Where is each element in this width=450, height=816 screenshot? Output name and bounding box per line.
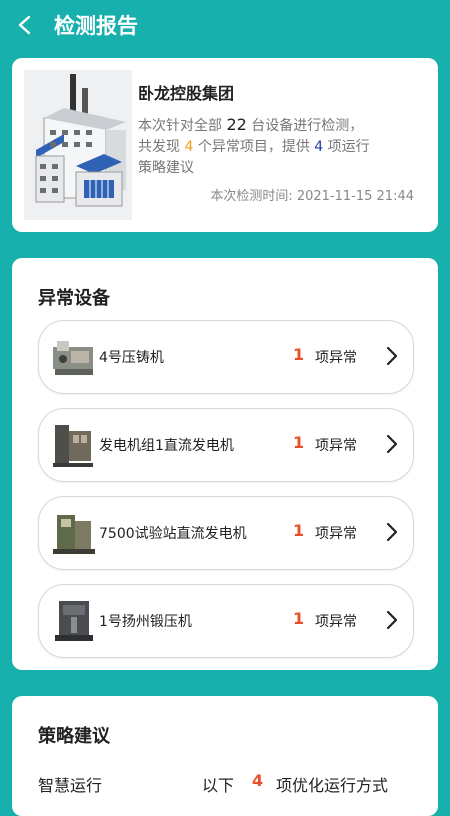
device-name: 7500试验站直流发电机: [99, 526, 247, 542]
device-anomaly-count: 1: [293, 433, 305, 452]
summary-card: 卧龙控股集团 本次针对全部 22 台设备进行检测， 共发现 4 个异常项目，提供…: [12, 58, 438, 232]
device-total-count: 22: [226, 115, 247, 134]
summary-line2-prefix: 共发现: [138, 139, 180, 155]
summary-line3: 策略建议: [138, 160, 194, 176]
strategy-count-inline: 4: [314, 139, 324, 155]
chevron-right-icon: [386, 434, 398, 454]
device-anomaly-count: 1: [293, 609, 305, 628]
chevron-right-icon: [386, 346, 398, 366]
strategy-count: 4: [252, 771, 264, 790]
check-time: 本次检测时间: 2021-11-15 21:44: [210, 189, 414, 204]
strategy-suffix: 项优化运行方式: [276, 776, 389, 795]
device-item[interactable]: 7500试验站直流发电机 1 项异常: [38, 496, 414, 570]
app-header: 检测报告: [0, 0, 450, 52]
device-anomaly-unit: 项异常: [315, 350, 357, 366]
device-name: 1号扬州锻压机: [99, 614, 192, 630]
strategy-label: 智慧运行: [38, 776, 103, 795]
test-station-generator-image: [53, 515, 95, 554]
strategy-card: 策略建议 智慧运行 以下 4 项优化运行方式: [12, 696, 438, 816]
page-title: 检测报告: [54, 14, 138, 38]
device-anomaly-count: 1: [293, 345, 305, 364]
section-title-strategy: 策略建议: [38, 726, 110, 747]
device-anomaly-unit: 项异常: [315, 614, 357, 630]
summary-line2-mid: 个异常项目，提供: [197, 139, 310, 155]
strategy-prefix: 以下: [202, 776, 235, 795]
die-casting-machine-image: [53, 341, 93, 375]
chevron-right-icon: [386, 610, 398, 630]
forging-press-image: [55, 601, 93, 641]
device-anomaly-unit: 项异常: [315, 438, 357, 454]
company-name: 卧龙控股集团: [138, 84, 235, 103]
factory-building-image: [24, 70, 132, 220]
device-anomaly-unit: 项异常: [315, 526, 357, 542]
device-item[interactable]: 4号压铸机 1 项异常: [38, 320, 414, 394]
summary-line1-prefix: 本次针对全部: [138, 118, 222, 134]
chevron-left-icon[interactable]: [14, 14, 36, 36]
anomaly-devices-card: 异常设备 4号压铸机 1 项异常 发电机组1直流发电机 1 项异常 7500试验…: [12, 258, 438, 670]
summary-line1-suffix: 台设备进行检测，: [251, 118, 364, 134]
device-anomaly-count: 1: [293, 521, 305, 540]
device-name: 发电机组1直流发电机: [99, 438, 234, 454]
chevron-right-icon: [386, 522, 398, 542]
anomaly-item-count: 4: [184, 139, 194, 155]
section-title-anomaly: 异常设备: [38, 288, 110, 309]
dc-generator-image: [53, 425, 93, 467]
summary-line2-suffix: 项运行: [327, 139, 370, 155]
device-name: 4号压铸机: [99, 350, 164, 366]
device-item[interactable]: 1号扬州锻压机 1 项异常: [38, 584, 414, 658]
summary-description: 本次针对全部 22 台设备进行检测， 共发现 4 个异常项目，提供 4 项运行 …: [138, 114, 428, 179]
device-item[interactable]: 发电机组1直流发电机 1 项异常: [38, 408, 414, 482]
